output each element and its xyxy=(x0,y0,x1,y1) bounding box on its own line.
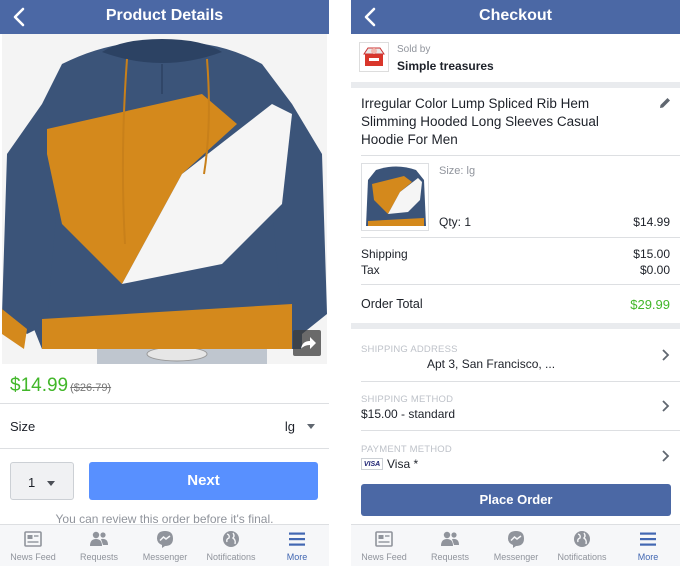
messenger-icon xyxy=(508,531,524,548)
shipping-address-value: Apt 3, San Francisco, ... xyxy=(427,357,556,371)
tab-label: Notifications xyxy=(557,552,607,562)
hoodie-illustration xyxy=(2,34,327,364)
share-arrow-icon xyxy=(301,337,316,349)
seller-info[interactable]: Sold by Simple treasures xyxy=(351,34,680,82)
product-image[interactable] xyxy=(2,34,327,364)
divider xyxy=(0,403,329,404)
tab-label: Requests xyxy=(79,552,119,562)
tab-notifications[interactable]: Notifications xyxy=(198,525,264,566)
tab-label: News Feed xyxy=(10,552,56,562)
tab-label: More xyxy=(286,552,308,562)
pencil-icon[interactable] xyxy=(658,96,672,110)
tab-notifications[interactable]: Notifications xyxy=(549,525,615,566)
quantity-select[interactable]: 1 xyxy=(10,462,74,500)
news-feed-icon xyxy=(375,531,393,547)
price: $14.99 xyxy=(10,375,69,396)
tab-label: More xyxy=(637,552,659,562)
tab-bar: News Feed Requests Messenger Notificatio… xyxy=(0,524,329,566)
tab-news-feed[interactable]: News Feed xyxy=(0,525,66,566)
tab-more[interactable]: More xyxy=(264,525,329,566)
item-quantity: Qty: 1 xyxy=(439,215,472,229)
shipping-cost: $15.00 xyxy=(633,247,670,261)
page-title: Checkout xyxy=(479,7,552,24)
order-total-label: Order Total xyxy=(361,297,423,311)
divider xyxy=(361,381,680,382)
seller-name: Simple treasures xyxy=(397,59,494,73)
menu-icon xyxy=(289,532,305,546)
share-button[interactable] xyxy=(293,330,321,356)
shipping-label: Shipping xyxy=(361,247,408,261)
quantity-value: 1 xyxy=(28,475,36,490)
chevron-down-icon xyxy=(47,481,55,486)
tab-messenger[interactable]: Messenger xyxy=(483,525,549,566)
section-gap xyxy=(351,323,680,329)
page-title: Product Details xyxy=(105,7,224,24)
original-price: ($26.79) xyxy=(70,382,112,394)
size-selector[interactable]: lg xyxy=(285,419,295,434)
news-feed-icon xyxy=(24,531,42,547)
next-button[interactable]: Next xyxy=(89,462,318,500)
tab-more[interactable]: More xyxy=(615,525,680,566)
payment-method-value: Visa * xyxy=(387,457,419,471)
product-details-screen: Product Details $14.99 ($26.79) Size lg … xyxy=(0,0,329,566)
messenger-icon xyxy=(157,531,173,548)
product-thumbnail xyxy=(361,163,429,231)
divider xyxy=(361,430,680,431)
shipping-method-label: SHIPPING METHOD xyxy=(361,394,454,405)
divider xyxy=(361,284,680,285)
divider xyxy=(0,448,329,449)
tab-label: Messenger xyxy=(142,552,188,562)
chevron-down-icon[interactable] xyxy=(307,424,315,429)
navbar: Product Details xyxy=(0,0,329,34)
tab-bar: News Feed Requests Messenger Notificatio… xyxy=(351,524,680,566)
store-logo-icon xyxy=(363,47,385,66)
section-gap xyxy=(351,82,680,88)
tab-label: Notifications xyxy=(206,552,256,562)
requests-icon xyxy=(90,531,108,546)
tab-requests[interactable]: Requests xyxy=(66,525,132,566)
tab-label: Requests xyxy=(430,552,470,562)
order-total-value: $29.99 xyxy=(630,297,670,312)
tab-news-feed[interactable]: News Feed xyxy=(351,525,417,566)
navbar: Checkout xyxy=(351,0,680,34)
divider xyxy=(361,237,680,238)
product-title: Irregular Color Lump Spliced Rib Hem Sli… xyxy=(361,96,599,147)
shipping-method-value: $15.00 - standard xyxy=(361,407,456,421)
visa-card-icon: VISA xyxy=(361,458,383,470)
chevron-right-icon xyxy=(662,400,670,412)
tax-label: Tax xyxy=(361,263,380,277)
payment-method-label: PAYMENT METHOD xyxy=(361,444,452,455)
chevron-right-icon xyxy=(662,450,670,462)
requests-icon xyxy=(441,531,459,546)
item-price: $14.99 xyxy=(633,215,670,229)
chevron-right-icon xyxy=(662,349,670,361)
size-label: Size xyxy=(10,419,36,434)
sold-by-label: Sold by xyxy=(397,44,431,55)
price-row: $14.99 ($26.79) xyxy=(10,375,111,397)
hoodie-thumbnail xyxy=(362,164,428,230)
menu-icon xyxy=(640,532,656,546)
checkout-screen: Checkout Sold by Simple treasures Irregu… xyxy=(351,0,680,566)
place-order-button[interactable]: Place Order xyxy=(361,484,671,516)
tab-messenger[interactable]: Messenger xyxy=(132,525,198,566)
globe-icon xyxy=(223,531,239,547)
tab-label: Messenger xyxy=(493,552,539,562)
tab-label: News Feed xyxy=(361,552,407,562)
shipping-address-label: SHIPPING ADDRESS xyxy=(361,344,458,355)
tax-value: $0.00 xyxy=(639,263,670,277)
tab-requests[interactable]: Requests xyxy=(417,525,483,566)
globe-icon xyxy=(574,531,590,547)
item-size: Size: lg xyxy=(439,165,476,177)
divider xyxy=(361,155,680,156)
seller-logo xyxy=(359,42,389,72)
